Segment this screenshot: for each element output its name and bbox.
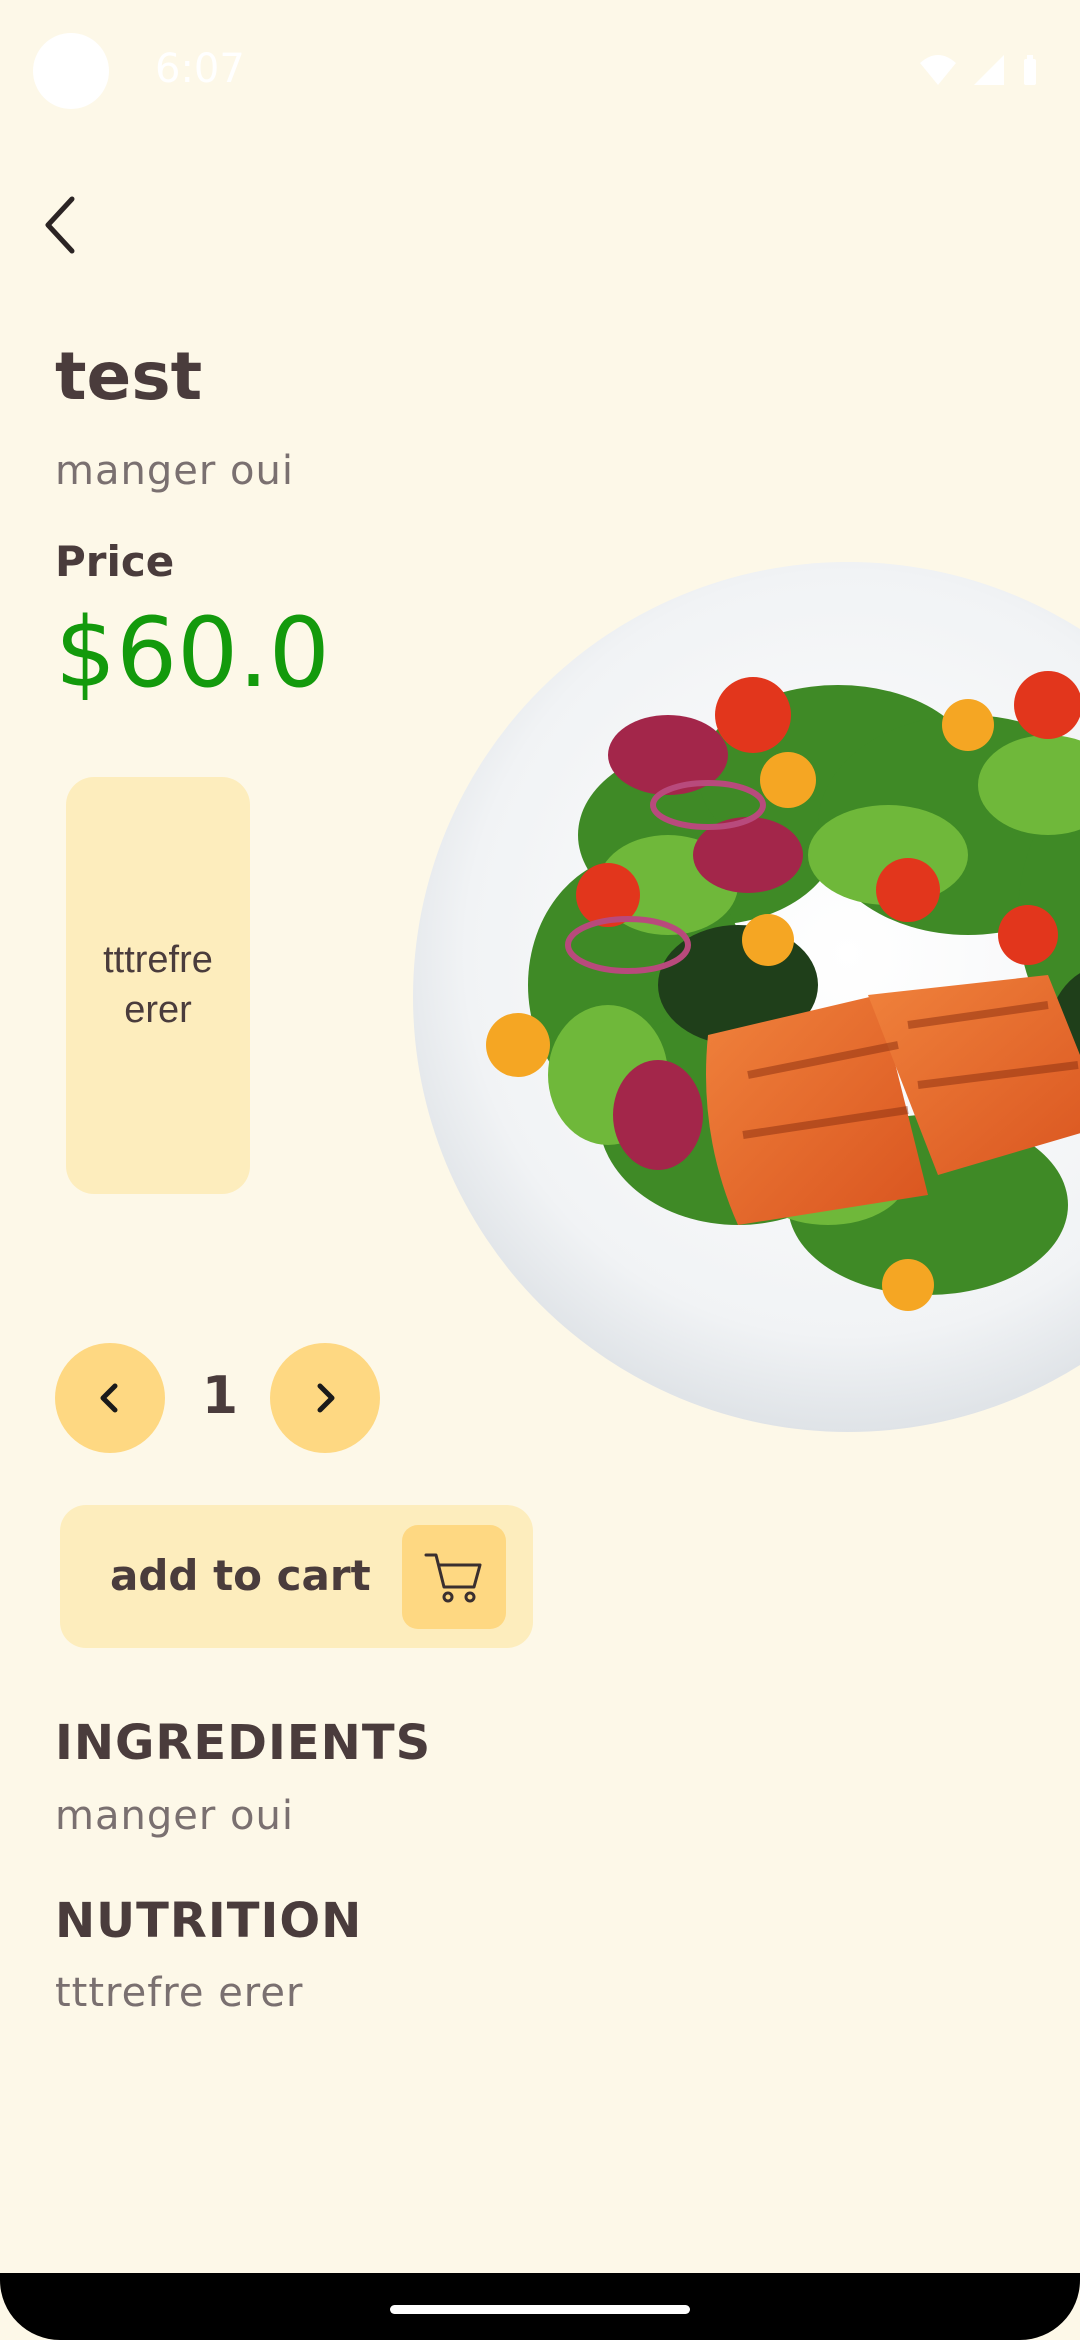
- ingredients-heading: INGREDIENTS: [55, 1715, 432, 1771]
- status-icons: [918, 50, 1040, 90]
- status-bar: 6:07: [0, 0, 1080, 140]
- tag-card[interactable]: tttrefre erer: [66, 777, 250, 1194]
- status-time: 6:07: [155, 46, 245, 92]
- nutrition-text: tttrefre erer: [55, 1970, 304, 2016]
- tag-card-text: tttrefre erer: [103, 939, 213, 1031]
- add-to-cart-label: add to cart: [110, 1551, 371, 1600]
- chevron-right-icon: [317, 1383, 335, 1413]
- back-arrow-icon: [45, 196, 75, 254]
- cart-icon: [424, 1553, 482, 1603]
- ingredients-text: manger oui: [55, 1793, 294, 1839]
- back-button[interactable]: [40, 180, 104, 270]
- price-value: $60.0: [55, 597, 330, 709]
- product-subtitle: manger oui: [55, 448, 294, 494]
- quantity-value: 1: [201, 1366, 239, 1426]
- nutrition-heading: NUTRITION: [55, 1893, 363, 1949]
- system-nav-bar: [0, 2273, 1080, 2340]
- product-detail-screen: 6:07 test manger oui Price $60.0 tttrefr…: [0, 0, 1080, 2340]
- camera-cutout: [33, 33, 109, 109]
- wifi-icon: [920, 55, 956, 85]
- product-image: [408, 555, 1080, 1440]
- add-to-cart-button[interactable]: add to cart: [60, 1505, 533, 1648]
- home-indicator[interactable]: [390, 2305, 690, 2314]
- chevron-left-icon: [100, 1383, 118, 1413]
- signal-icon: [974, 55, 1004, 85]
- battery-icon: [1024, 55, 1036, 85]
- product-title: test: [55, 338, 203, 415]
- cart-icon-box: [402, 1525, 506, 1629]
- quantity-decrease-button[interactable]: [55, 1343, 165, 1453]
- price-label: Price: [55, 537, 175, 586]
- quantity-increase-button[interactable]: [270, 1343, 380, 1453]
